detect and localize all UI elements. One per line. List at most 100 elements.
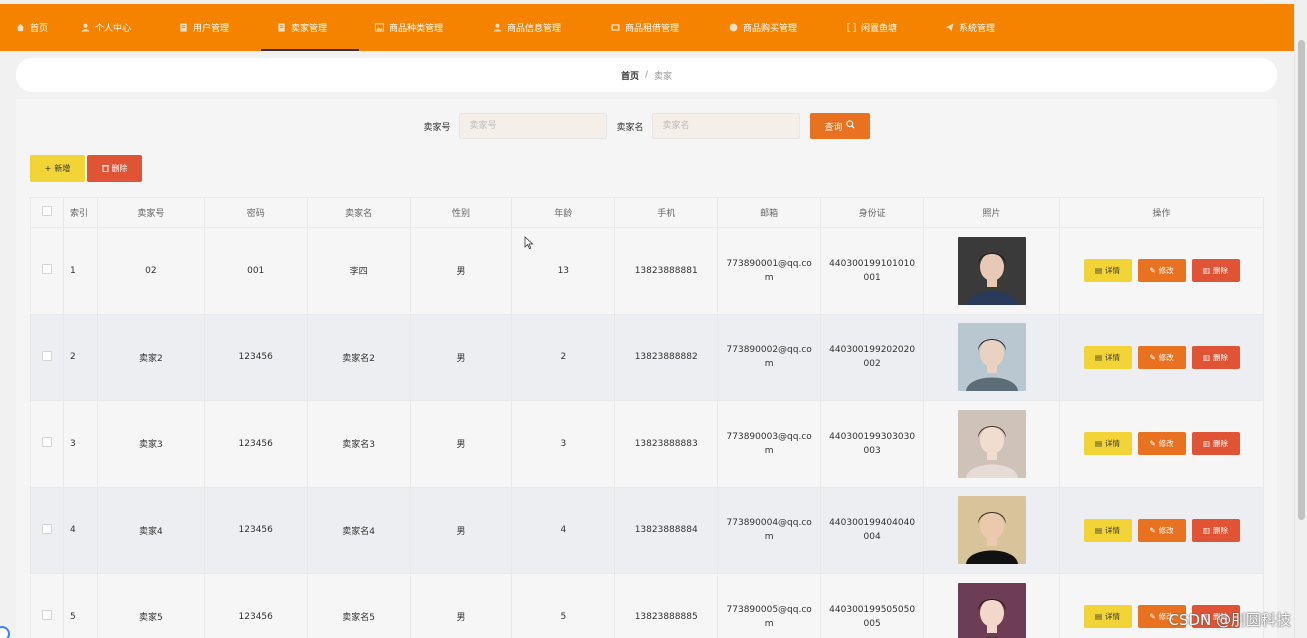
seller-no-input[interactable] (458, 113, 607, 139)
table-row[interactable]: 2 卖家2 123456 卖家名2 男 2 13823888882 773890002@qq.… (30, 313, 1264, 401)
row-checkbox-cell (30, 400, 64, 488)
delete-button[interactable]: ▥ 删除 (1191, 432, 1240, 456)
nav-item-7[interactable]: 商品购买管理 (713, 4, 831, 51)
seller-photo[interactable] (957, 409, 1026, 478)
table-row[interactable]: 3 卖家3 123456 卖家名3 男 3 13823888883 773890003@qq.… (30, 400, 1264, 488)
cell-email: 773890002@qq.com (717, 313, 822, 401)
edit-button[interactable]: ✎ 修改 (1137, 259, 1186, 283)
watermark: CSDN @刖圆科技 (1168, 611, 1291, 629)
user-icon (81, 23, 90, 32)
cell-password: 123456 (203, 486, 308, 574)
cell-password: 123456 (203, 400, 308, 488)
nav-item-0[interactable]: 首页 (0, 4, 65, 51)
cell-index: 1 (62, 227, 98, 315)
nav-item-label: 系统管理 (959, 24, 996, 34)
table-row[interactable]: 5 卖家5 123456 卖家名5 男 5 13823888885 773890005@qq.… (30, 573, 1264, 638)
document-icon: ▤ (1094, 352, 1103, 362)
detail-button-label: 详情 (1105, 266, 1121, 276)
pencil-icon: ✎ (1149, 525, 1156, 535)
cell-phone: 13823888885 (614, 573, 719, 638)
trash-icon: ▥ (1202, 525, 1211, 535)
cell-name: 卖家名3 (306, 400, 411, 488)
cell-email: 773890004@qq.com (717, 486, 822, 574)
delete-button[interactable]: ▥ 删除 (1191, 259, 1240, 283)
nav-item-8[interactable]: 闲置鱼塘 (831, 4, 929, 51)
edit-button-label: 修改 (1158, 266, 1174, 276)
row-checkbox[interactable] (41, 610, 52, 621)
cell-seller_no: 卖家3 (96, 400, 205, 488)
breadcrumb-separator: / (644, 70, 649, 80)
main-panel: 卖家号 卖家名 查询 + 新增 删除 (16, 99, 1277, 638)
scrollbar-thumb[interactable] (1298, 40, 1305, 520)
table-row[interactable]: 4 卖家4 123456 卖家名4 男 4 13823888884 773890004@qq.… (30, 486, 1264, 574)
cell-gender: 男 (409, 400, 513, 488)
vertical-scrollbar[interactable] (1294, 0, 1307, 638)
detail-button-label: 详情 (1105, 352, 1121, 362)
cell-id_card-text: 440300199101010001 (829, 258, 916, 283)
edit-button-label: 修改 (1158, 525, 1174, 535)
detail-button[interactable]: ▤ 详情 (1083, 518, 1132, 542)
cell-seller_no: 02 (96, 227, 205, 315)
seller-photo[interactable] (957, 582, 1026, 638)
row-checkbox[interactable] (41, 264, 52, 275)
delete-button[interactable]: ▥ 删除 (1191, 518, 1240, 542)
breadcrumb: 首页 / 卖家 (16, 58, 1277, 92)
document-icon: ▤ (1094, 439, 1103, 449)
plus-icon: + (44, 164, 52, 173)
nav-item-3[interactable]: 卖家管理 (261, 4, 359, 51)
nav-item-label: 商品信息管理 (507, 24, 562, 34)
select-all-checkbox[interactable] (41, 206, 52, 216)
row-checkbox[interactable] (41, 437, 52, 448)
seller-photo[interactable] (957, 236, 1026, 305)
floating-assistant-icon[interactable] (0, 626, 10, 638)
nav-item-9[interactable]: 系统管理 (929, 4, 1027, 51)
row-checkbox-cell (30, 573, 64, 638)
nav-item-4[interactable]: 商品种类管理 (359, 4, 477, 51)
detail-button-label: 详情 (1105, 525, 1121, 535)
add-button-label: 新增 (54, 164, 71, 173)
nav-item-2[interactable]: 用户管理 (163, 4, 261, 51)
pencil-icon: ✎ (1149, 266, 1156, 276)
cell-phone: 13823888881 (614, 227, 719, 315)
detail-button[interactable]: ▤ 详情 (1083, 259, 1132, 283)
add-button[interactable]: + 新增 (30, 155, 85, 182)
breadcrumb-home[interactable]: 首页 (621, 69, 639, 82)
document-icon (277, 23, 286, 32)
detail-button[interactable]: ▤ 详情 (1083, 432, 1132, 456)
seller-table: 索引 卖家号 密码 卖家名 性别 年龄 手机 邮箱 身份证 照片 操作 1 02 0… (30, 197, 1264, 638)
nav-item-6[interactable]: 商品租借管理 (595, 4, 713, 51)
batch-delete-button[interactable]: 删除 (87, 155, 142, 182)
column-header: 年龄 (511, 197, 616, 228)
pencil-icon: ✎ (1149, 352, 1156, 362)
cell-gender: 男 (409, 313, 513, 401)
cell-name: 卖家名5 (306, 573, 411, 638)
mouse-cursor-icon (524, 236, 534, 250)
column-header: 手机 (614, 197, 719, 228)
pencil-icon: ✎ (1149, 612, 1156, 622)
column-header: 性别 (409, 197, 513, 228)
edit-button[interactable]: ✎ 修改 (1137, 432, 1186, 456)
row-checkbox[interactable] (41, 523, 52, 534)
cell-id_card: 440300199303030003 (820, 400, 925, 488)
detail-button[interactable]: ▤ 详情 (1083, 345, 1132, 369)
user-icon (493, 23, 502, 32)
cell-email-text: 773890005@qq.com (726, 604, 812, 629)
edit-button[interactable]: ✎ 修改 (1137, 518, 1186, 542)
edit-button-label: 修改 (1158, 439, 1174, 449)
edit-button[interactable]: ✎ 修改 (1137, 345, 1186, 369)
delete-button[interactable]: ▥ 删除 (1191, 345, 1240, 369)
trash-icon: ▥ (1202, 352, 1211, 362)
cell-email: 773890001@qq.com (717, 227, 822, 315)
cell-index: 5 (62, 573, 98, 638)
detail-button[interactable]: ▤ 详情 (1083, 605, 1132, 629)
table-row[interactable]: 1 02 001 李四男 13 13823888881 773890001@qq.com 44… (30, 227, 1264, 315)
cell-id_card: 440300199505050005 (820, 573, 925, 638)
nav-item-1[interactable]: 个人中心 (65, 4, 163, 51)
nav-item-5[interactable]: 商品信息管理 (477, 4, 595, 51)
seller-photo[interactable] (957, 496, 1026, 565)
search-button[interactable]: 查询 (809, 113, 870, 139)
seller-photo[interactable] (957, 323, 1026, 392)
seller-name-input[interactable] (651, 113, 800, 139)
row-checkbox[interactable] (41, 350, 52, 361)
top-nav: 首页 个人中心 用户管理 卖家管理 商品种类管理 商品信息管理 商品租借管理 商品购买管理 闲置… (0, 4, 1294, 51)
